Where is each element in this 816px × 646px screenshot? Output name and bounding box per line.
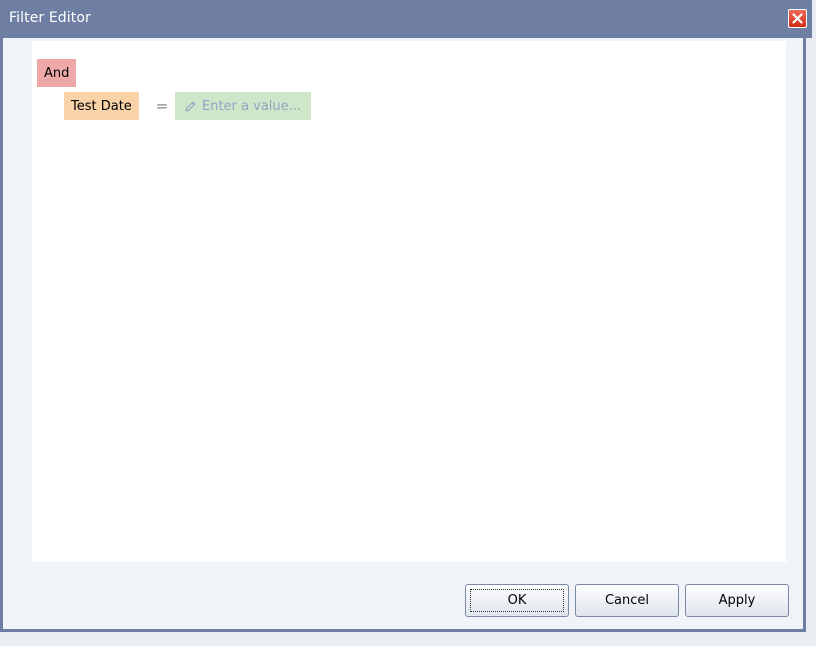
close-icon bbox=[792, 13, 803, 24]
condition-operator-node[interactable]: = bbox=[154, 92, 170, 120]
cancel-button-label: Cancel bbox=[604, 593, 650, 608]
apply-button-label: Apply bbox=[718, 593, 756, 608]
window-title: Filter Editor bbox=[9, 10, 91, 26]
filter-tree-panel[interactable]: And Test Date = Enter a value... bbox=[32, 41, 786, 562]
ok-button[interactable]: OK bbox=[465, 584, 569, 617]
filter-editor-window: Filter Editor And Test Date = Enter a va… bbox=[0, 0, 812, 632]
apply-button[interactable]: Apply bbox=[685, 584, 789, 617]
value-editor-node[interactable]: Enter a value... bbox=[175, 92, 312, 120]
focus-rectangle bbox=[470, 589, 564, 612]
group-operator-node[interactable]: And bbox=[37, 59, 77, 87]
close-button[interactable] bbox=[788, 9, 807, 28]
cancel-button[interactable]: Cancel bbox=[575, 584, 679, 617]
pencil-icon bbox=[184, 100, 202, 113]
title-bar[interactable]: Filter Editor bbox=[0, 0, 812, 38]
field-name-node[interactable]: Test Date bbox=[64, 92, 139, 120]
value-placeholder: Enter a value... bbox=[202, 98, 302, 114]
